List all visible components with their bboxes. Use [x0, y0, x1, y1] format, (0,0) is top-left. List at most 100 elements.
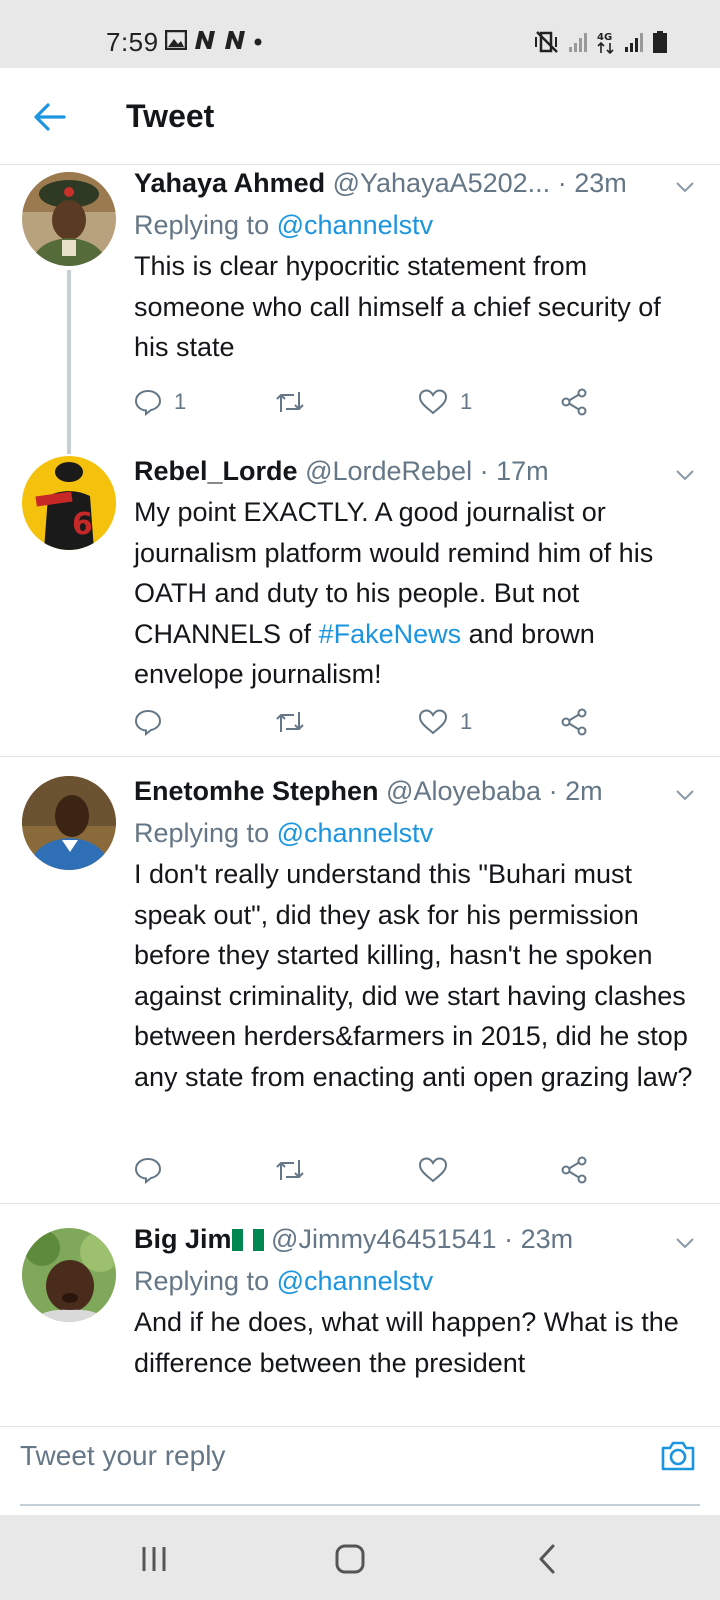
user-name[interactable]: Enetomhe Stephen: [134, 776, 379, 806]
gallery-icon: [165, 30, 187, 50]
notification-n-icon: [195, 31, 215, 49]
tweet-rebel-lorde[interactable]: 6 Rebel_Lorde @LordeRebel · 17m My point…: [0, 454, 720, 757]
replying-to: Replying to @channelstv: [134, 1264, 694, 1298]
chevron-down-icon[interactable]: [674, 1232, 696, 1254]
notification-n-icon: [225, 31, 245, 49]
reply-button[interactable]: [134, 1152, 174, 1188]
user-handle[interactable]: @Aloyebaba: [386, 776, 541, 806]
tweet-actions: 1: [134, 704, 614, 740]
tweet-text: I don't really understand this "Buhari m…: [134, 859, 693, 1092]
reply-input-underline: [20, 1504, 700, 1506]
tweet-time: 23m: [574, 168, 627, 198]
share-icon: [561, 1156, 587, 1184]
heart-icon: [418, 1157, 448, 1183]
replying-prefix: Replying to: [134, 210, 270, 240]
user-name[interactable]: Yahaya Ahmed: [134, 168, 325, 198]
replying-mention[interactable]: @channelstv: [277, 210, 434, 240]
retweet-button[interactable]: [274, 384, 306, 420]
replying-to: Replying to @channelstv: [134, 816, 694, 850]
arrow-left-icon[interactable]: [32, 99, 68, 135]
like-count: 1: [460, 389, 473, 414]
like-count: 1: [460, 709, 473, 734]
top-app-bar: Tweet: [0, 68, 720, 165]
replying-mention[interactable]: @channelstv: [277, 818, 434, 848]
share-button[interactable]: [560, 704, 588, 740]
tweet-yahaya-ahmed[interactable]: Yahaya Ahmed @YahayaA5202... · 23m Reply…: [0, 166, 720, 454]
meta-separator: ·: [504, 1224, 514, 1254]
share-button[interactable]: [560, 384, 588, 420]
tweet-actions: 1 1: [134, 384, 614, 420]
tweet-body: Rebel_Lorde @LordeRebel · 17m My point E…: [134, 454, 694, 695]
tweet-enetomhe-stephen[interactable]: Enetomhe Stephen @Aloyebaba · 2m Replyin…: [0, 758, 720, 1204]
tweet-body: Enetomhe Stephen @Aloyebaba · 2m Replyin…: [134, 774, 694, 1097]
back-icon[interactable]: [526, 1537, 570, 1581]
share-button[interactable]: [560, 1152, 588, 1188]
tweet-actions: [134, 1152, 614, 1188]
retweet-button[interactable]: [274, 704, 306, 740]
page-title: Tweet: [126, 98, 215, 134]
meta-separator: ·: [557, 168, 567, 198]
tweet-meta: Yahaya Ahmed @YahayaA5202... · 23m: [134, 166, 694, 200]
divider: [0, 756, 720, 757]
reply-icon: [134, 1157, 162, 1184]
heart-icon: [418, 389, 448, 415]
meta-separator: ·: [548, 776, 558, 806]
reply-feed[interactable]: Yahaya Ahmed @YahayaA5202... · 23m Reply…: [0, 166, 720, 1426]
reply-icon: [134, 709, 162, 736]
tweet-text: This is clear hypocritic statement from …: [134, 251, 661, 362]
tweet-body: Yahaya Ahmed @YahayaA5202... · 23m Reply…: [134, 166, 694, 368]
tweet-text: And if he does, what will happen? What i…: [134, 1307, 679, 1378]
tweet-time: 23m: [520, 1224, 574, 1254]
replying-prefix: Replying to: [134, 818, 270, 848]
tweet-reply-input[interactable]: [20, 1427, 620, 1485]
svg-text:6: 6: [72, 507, 93, 542]
user-handle[interactable]: @LordeRebel: [305, 456, 472, 486]
user-handle[interactable]: @YahayaA5202...: [333, 168, 551, 198]
retweet-icon: [276, 392, 304, 412]
chevron-down-icon[interactable]: [674, 784, 696, 806]
4g-label: 4G: [597, 32, 612, 43]
reply-count: 1: [174, 389, 187, 414]
avatar-enetomhe-stephen[interactable]: [22, 776, 116, 870]
replying-to: Replying to @channelstv: [134, 208, 694, 242]
replying-mention[interactable]: @channelstv: [277, 1266, 434, 1296]
share-icon: [561, 708, 587, 736]
user-name[interactable]: Big Jim: [134, 1224, 232, 1254]
tweet-meta: Big Jim @Jimmy46451541 · 23m: [134, 1222, 694, 1256]
chevron-down-icon[interactable]: [674, 464, 696, 486]
reply-composer: [0, 1426, 720, 1485]
tweet-body: Big Jim @Jimmy46451541 · 23m Replying to…: [134, 1222, 694, 1383]
reply-icon: [134, 389, 162, 416]
like-button[interactable]: [418, 1152, 460, 1188]
4g-icon: 4G: [597, 32, 614, 54]
like-button[interactable]: 1: [418, 704, 472, 740]
hashtag-link[interactable]: #FakeNews: [319, 619, 462, 649]
avatar-yahaya-ahmed[interactable]: [22, 172, 116, 266]
battery-icon: [653, 31, 667, 53]
user-handle[interactable]: @Jimmy46451541: [271, 1224, 497, 1254]
tweet-text: My point EXACTLY. A good journalist or j…: [134, 492, 694, 695]
like-button[interactable]: 1: [418, 384, 472, 420]
avatar-rebel-lorde[interactable]: 6: [22, 456, 116, 550]
camera-icon[interactable]: [659, 1437, 697, 1475]
dot-icon: [254, 38, 262, 46]
tweet-time: 2m: [565, 776, 603, 806]
reply-button[interactable]: [134, 704, 174, 740]
replying-prefix: Replying to: [134, 1266, 270, 1296]
heart-icon: [418, 709, 448, 735]
tweet-meta: Enetomhe Stephen @Aloyebaba · 2m: [134, 774, 694, 808]
reply-button[interactable]: 1: [134, 384, 186, 420]
home-icon[interactable]: [328, 1537, 372, 1581]
meta-separator: ·: [479, 456, 489, 486]
tweet-meta: Rebel_Lorde @LordeRebel · 17m: [134, 454, 694, 488]
system-nav-bar: [0, 1515, 720, 1600]
status-icons-right: 4G: [534, 30, 668, 54]
tweet-big-jim[interactable]: Big Jim @Jimmy46451541 · 23m Replying to…: [0, 1204, 720, 1426]
retweet-button[interactable]: [274, 1152, 306, 1188]
user-name[interactable]: Rebel_Lorde: [134, 456, 298, 486]
share-icon: [561, 388, 587, 416]
recent-apps-icon[interactable]: [132, 1537, 176, 1581]
thread-line: [67, 270, 71, 454]
chevron-down-icon[interactable]: [674, 176, 696, 198]
avatar-big-jim[interactable]: [22, 1228, 116, 1322]
